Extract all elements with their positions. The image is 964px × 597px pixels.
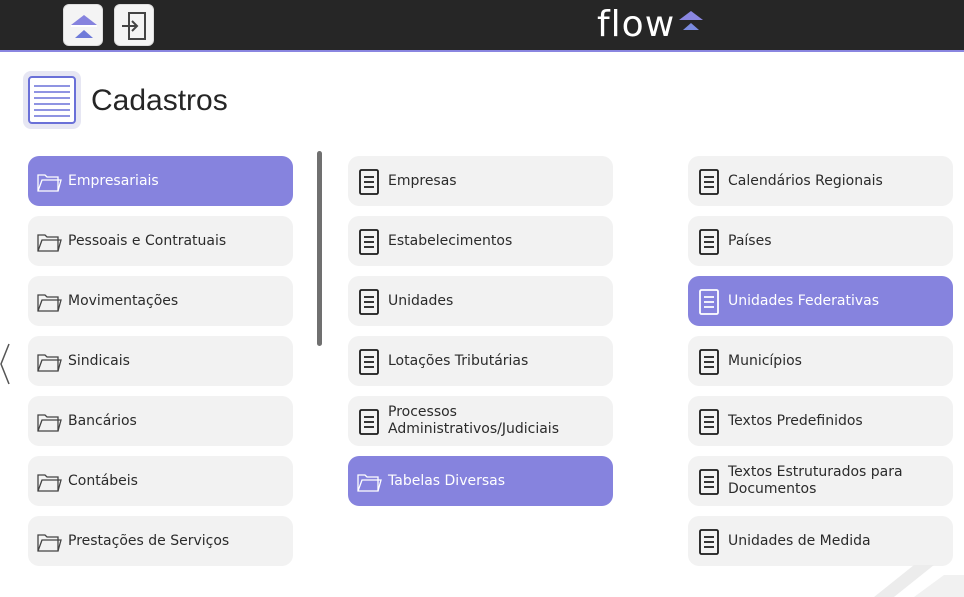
folder-icon	[36, 349, 62, 375]
tile-label: Municípios	[728, 352, 802, 369]
home-button[interactable]	[63, 4, 103, 46]
tile-pessoais-e-contratuais[interactable]: Pessoais e Contratuais	[28, 216, 293, 266]
tile-label: Textos Predefinidos	[728, 412, 863, 429]
top-bar: flow	[0, 0, 964, 52]
tile-label: Calendários Regionais	[728, 172, 883, 189]
folder-icon	[36, 529, 62, 555]
tile-textos-estruturados-para-documentos[interactable]: Textos Estruturados para Documentos	[688, 456, 953, 506]
tile-label: Prestações de Serviços	[68, 532, 230, 549]
document-icon	[696, 469, 722, 495]
exit-icon	[122, 12, 146, 40]
folder-icon	[36, 409, 62, 435]
tile-paises[interactable]: Países	[688, 216, 953, 266]
tile-label: Bancários	[68, 412, 137, 429]
tile-contabeis[interactable]: Contábeis	[28, 456, 293, 506]
tile-unidades[interactable]: Unidades	[348, 276, 613, 326]
tile-label: Contábeis	[68, 472, 138, 489]
folder-icon	[36, 229, 62, 255]
tile-label: Unidades de Medida	[728, 532, 871, 549]
document-icon	[696, 349, 722, 375]
document-icon	[696, 229, 722, 255]
watermark-decoration-icon	[874, 565, 964, 597]
document-icon	[356, 409, 382, 435]
document-icon	[356, 169, 382, 195]
brand-wordmark: flow	[597, 4, 676, 45]
tile-movimentacoes[interactable]: Movimentações	[28, 276, 293, 326]
logout-button[interactable]	[114, 4, 154, 46]
tile-label: Movimentações	[68, 292, 179, 309]
tile-sindicais[interactable]: Sindicais	[28, 336, 293, 386]
tile-label: Tabelas Diversas	[388, 472, 506, 489]
document-icon	[356, 229, 382, 255]
folder-icon	[36, 169, 62, 195]
tile-processos-administrativos-judiciais[interactable]: Processos Administrativos/Judiciais	[348, 396, 613, 446]
document-icon	[356, 289, 382, 315]
folder-icon	[36, 469, 62, 495]
tile-label: Unidades Federativas	[728, 292, 879, 309]
tile-label: Sindicais	[68, 352, 130, 369]
page-title: Cadastros	[91, 84, 228, 117]
document-icon	[356, 349, 382, 375]
document-icon	[696, 289, 722, 315]
document-icon	[696, 409, 722, 435]
folder-icon	[356, 469, 382, 495]
tile-unidades-federativas[interactable]: Unidades Federativas	[688, 276, 953, 326]
tile-municipios[interactable]: Municípios	[688, 336, 953, 386]
tile-lotacoes-tributarias[interactable]: Lotações Tributárias	[348, 336, 613, 386]
tile-prestacoes-de-servicos[interactable]: Prestações de Serviços	[28, 516, 293, 566]
flow-logo-icon	[71, 15, 97, 38]
scrollbar[interactable]	[317, 151, 322, 346]
tile-empresariais[interactable]: Empresariais	[28, 156, 293, 206]
tile-label: Estabelecimentos	[388, 232, 513, 249]
tile-unidades-de-medida[interactable]: Unidades de Medida	[688, 516, 953, 566]
tile-tabelas-diversas[interactable]: Tabelas Diversas	[348, 456, 613, 506]
flow-mark-icon	[679, 11, 703, 30]
tile-label: Unidades	[388, 292, 454, 309]
tile-label: Textos Estruturados para Documentos	[728, 464, 903, 497]
tile-label: Pessoais e Contratuais	[68, 232, 227, 249]
tile-label: Lotações Tributárias	[388, 352, 529, 369]
document-icon	[696, 529, 722, 555]
tile-textos-predefinidos[interactable]: Textos Predefinidos	[688, 396, 953, 446]
tile-label: Empresariais	[68, 172, 159, 189]
folder-icon	[36, 289, 62, 315]
tile-empresas[interactable]: Empresas	[348, 156, 613, 206]
tile-label: Países	[728, 232, 772, 249]
tile-calendarios-regionais[interactable]: Calendários Regionais	[688, 156, 953, 206]
list-document-icon	[23, 71, 81, 129]
document-icon	[696, 169, 722, 195]
tile-label: Processos Administrativos/Judiciais	[388, 404, 559, 437]
tile-label: Empresas	[388, 172, 457, 189]
chevron-left-icon[interactable]	[0, 342, 12, 386]
tile-bancarios[interactable]: Bancários	[28, 396, 293, 446]
tile-estabelecimentos[interactable]: Estabelecimentos	[348, 216, 613, 266]
